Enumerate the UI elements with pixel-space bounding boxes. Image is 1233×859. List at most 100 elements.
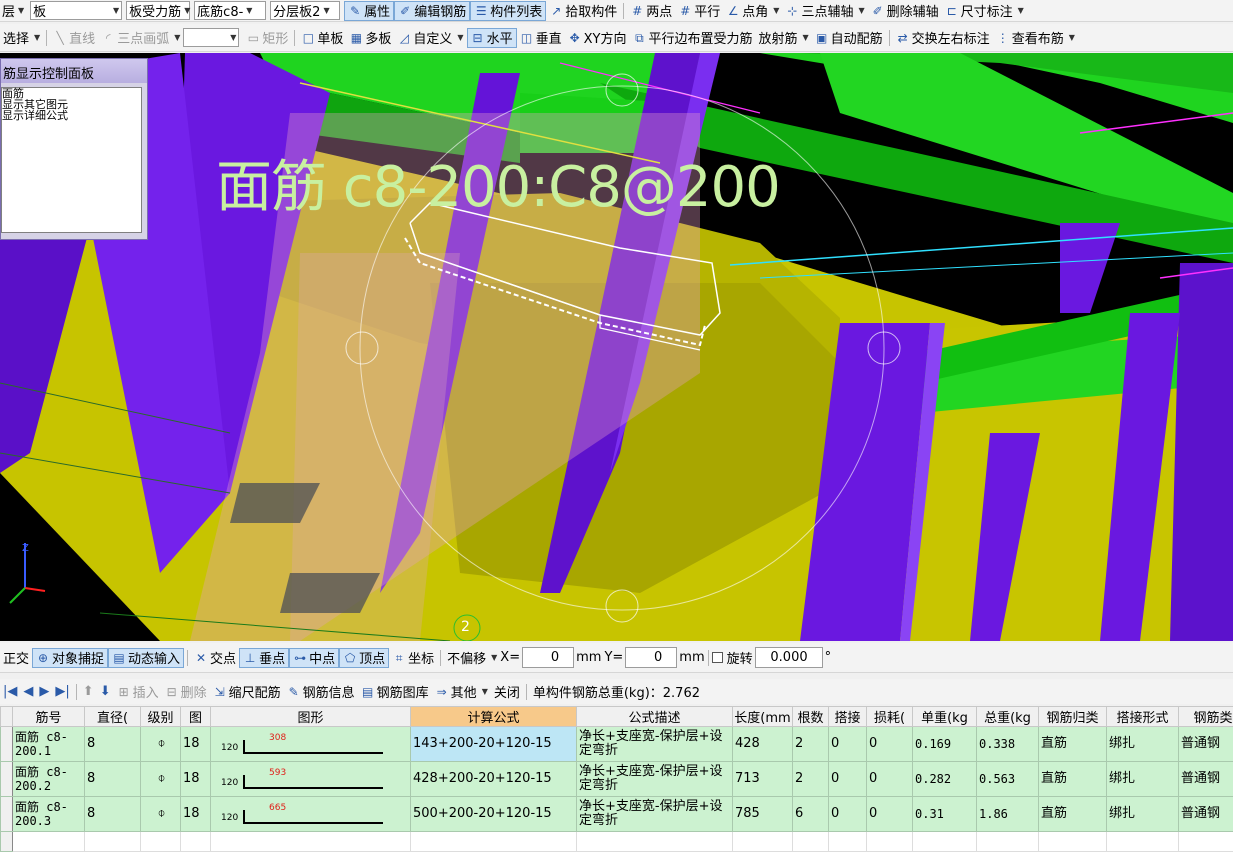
- cell-lap-form[interactable]: 绑扎: [1106, 761, 1179, 797]
- insert-button[interactable]: ⊞ 插入: [114, 679, 162, 704]
- ortho-button[interactable]: 正交: [0, 643, 32, 672]
- cell-total-weight[interactable]: 0.338: [976, 726, 1039, 762]
- header-total-weight[interactable]: 总重(kg: [976, 706, 1039, 727]
- cell-unit-weight[interactable]: 0.282: [912, 761, 977, 797]
- cell-total-weight[interactable]: 1.86: [976, 796, 1039, 832]
- cell-unit-weight[interactable]: 0.31: [912, 796, 977, 832]
- edit-rebar-button[interactable]: ✐ 编辑钢筋: [394, 0, 471, 21]
- header-formula[interactable]: 计算公式: [410, 706, 577, 727]
- layer-dropdown[interactable]: 分层板2 ▼: [270, 1, 341, 20]
- auto-rebar-button[interactable]: ▣ 自动配筋: [812, 24, 886, 51]
- cell-diameter[interactable]: 8: [84, 726, 141, 762]
- y-input[interactable]: 0: [625, 647, 678, 668]
- point-angle-button[interactable]: ∠ 点角 ▼: [723, 0, 782, 21]
- horizontal-button[interactable]: ⊟ 水平: [466, 27, 517, 48]
- floor-dropdown[interactable]: 层 ▼: [0, 1, 26, 20]
- 3d-viewport[interactable]: Z 面筋 c8-200:C8@200 2: [0, 53, 1233, 641]
- prev-record-button[interactable]: ◀: [20, 679, 36, 704]
- swap-labels-button[interactable]: ⇄ 交换左右标注: [893, 24, 993, 51]
- header-unit-weight[interactable]: 单重(kg: [912, 706, 977, 727]
- pick-component-button[interactable]: ↗ 拾取构件: [546, 0, 620, 21]
- vertical-button[interactable]: ◫ 垂直: [517, 24, 565, 51]
- cell-count[interactable]: 6: [792, 796, 829, 832]
- cell-loss[interactable]: 0: [866, 761, 913, 797]
- intersection-snap-button[interactable]: ✕ 交点: [191, 643, 239, 672]
- cell-name[interactable]: 面筋 c8-200.2: [12, 761, 85, 797]
- multi-slab-button[interactable]: ▦ 多板: [346, 24, 394, 51]
- move-down-button[interactable]: ⬇: [97, 679, 114, 704]
- cell-lap[interactable]: 0: [828, 726, 867, 762]
- header-figure[interactable]: 图: [180, 706, 211, 727]
- delete-axis-button[interactable]: ✐ 删除辅轴: [868, 0, 942, 21]
- last-record-button[interactable]: ▶|: [52, 679, 72, 704]
- dynamic-input-button[interactable]: ▤ 动态输入: [108, 647, 185, 668]
- cell-figure[interactable]: 18: [180, 761, 211, 797]
- row-indicator[interactable]: [0, 726, 13, 762]
- cell-total-weight[interactable]: 0.563: [976, 761, 1039, 797]
- header-diameter[interactable]: 直径(: [84, 706, 141, 727]
- category-dropdown[interactable]: 板 ▼: [30, 1, 123, 20]
- panel-title[interactable]: 筋显示控制面板: [1, 59, 147, 83]
- custom-button[interactable]: ◿ 自定义 ▼: [394, 24, 466, 51]
- cell-formula[interactable]: 428+200-20+120-15: [410, 761, 577, 797]
- cell-figure[interactable]: 18: [180, 726, 211, 762]
- cell-lap[interactable]: 0: [828, 796, 867, 832]
- parallel-edge-button[interactable]: ⧉ 平行边布置受力筋: [629, 24, 755, 51]
- cell-grade[interactable]: ⌽: [140, 796, 181, 832]
- next-record-button[interactable]: ▶: [36, 679, 52, 704]
- cell-category[interactable]: 直筋: [1038, 796, 1107, 832]
- rebar-library-button[interactable]: ▤ 钢筋图库: [358, 679, 432, 704]
- cell-count[interactable]: 2: [792, 726, 829, 762]
- header-shape[interactable]: 图形: [210, 706, 411, 727]
- cell-diameter[interactable]: 8: [84, 761, 141, 797]
- header-bar-kind[interactable]: 钢筋类: [1178, 706, 1233, 727]
- cell-unit-weight[interactable]: 0.169: [912, 726, 977, 762]
- table-row[interactable]: 面筋 c8-200.3 8 ⌽ 18 120 665 500+200-20+120-15 净长…: [0, 796, 1233, 832]
- properties-button[interactable]: ✎ 属性: [344, 0, 395, 21]
- cell-length[interactable]: 785: [732, 796, 793, 832]
- cell-description[interactable]: 净长+支座宽-保护层+设定弯折: [576, 796, 733, 832]
- row-indicator[interactable]: [0, 761, 13, 797]
- midpoint-snap-button[interactable]: ⊶ 中点: [289, 647, 340, 668]
- two-point-axis-button[interactable]: # 两点: [627, 0, 675, 21]
- component-list-button[interactable]: ☰ 构件列表: [470, 0, 547, 21]
- table-row[interactable]: 面筋 c8-200.1 8 ⌽ 18 120 308 143+200-20+120-15 净长…: [0, 726, 1233, 762]
- cell-lap[interactable]: 0: [828, 761, 867, 797]
- arc-mode-dropdown[interactable]: ▼: [183, 28, 240, 47]
- header-count[interactable]: 根数: [792, 706, 829, 727]
- radial-rebar-button[interactable]: 放射筋 ▼: [755, 24, 811, 51]
- rebar-display-panel[interactable]: 筋显示控制面板 面筋 显示其它图元 显示详细公式: [0, 58, 148, 240]
- header-length[interactable]: 长度(mm: [732, 706, 793, 727]
- other-button[interactable]: ⇒ 其他 ▼: [432, 679, 491, 704]
- header-lap-form[interactable]: 搭接形式: [1106, 706, 1179, 727]
- cell-length[interactable]: 428: [732, 726, 793, 762]
- cell-name[interactable]: 面筋 c8-200.1: [12, 726, 85, 762]
- first-record-button[interactable]: |◀: [0, 679, 20, 704]
- header-grade[interactable]: 级别: [140, 706, 181, 727]
- line-button[interactable]: ╲ 直线: [50, 24, 98, 51]
- view-layout-button[interactable]: ⋮ 查看布筋 ▼: [993, 24, 1078, 51]
- row-indicator[interactable]: [0, 796, 13, 832]
- cell-description[interactable]: 净长+支座宽-保护层+设定弯折: [576, 726, 733, 762]
- close-button[interactable]: 关闭: [491, 679, 523, 704]
- rebar-info-button[interactable]: ✎ 钢筋信息: [284, 679, 358, 704]
- single-slab-button[interactable]: □ 单板: [298, 24, 346, 51]
- offset-mode-dropdown[interactable]: 不偏移 ▼: [444, 643, 500, 672]
- header-category[interactable]: 钢筋归类: [1038, 706, 1107, 727]
- header-name[interactable]: 筋号: [12, 706, 85, 727]
- coordinate-snap-button[interactable]: ⌗ 坐标: [389, 643, 437, 672]
- cell-formula[interactable]: 500+200-20+120-15: [410, 796, 577, 832]
- cell-grade[interactable]: ⌽: [140, 726, 181, 762]
- cell-name[interactable]: 面筋 c8-200.3: [12, 796, 85, 832]
- cell-shape[interactable]: 120 665: [210, 796, 411, 832]
- rebar-table[interactable]: 筋号 直径( 级别 图 图形 计算公式 公式描述 长度(mm 根数 搭接 损耗(…: [0, 706, 1233, 859]
- cell-bar-kind[interactable]: 普通钢: [1178, 726, 1233, 762]
- object-snap-button[interactable]: ⊕ 对象捕捉: [32, 647, 109, 668]
- dimension-button[interactable]: ⊏ 尺寸标注 ▼: [942, 0, 1027, 21]
- rotate-checkbox[interactable]: [711, 652, 723, 663]
- move-up-button[interactable]: ⬆: [80, 679, 97, 704]
- rotate-input[interactable]: 0.000: [754, 647, 823, 668]
- rectangle-button[interactable]: ▭ 矩形: [243, 24, 291, 51]
- cell-shape[interactable]: 120 308: [210, 726, 411, 762]
- cell-category[interactable]: 直筋: [1038, 761, 1107, 797]
